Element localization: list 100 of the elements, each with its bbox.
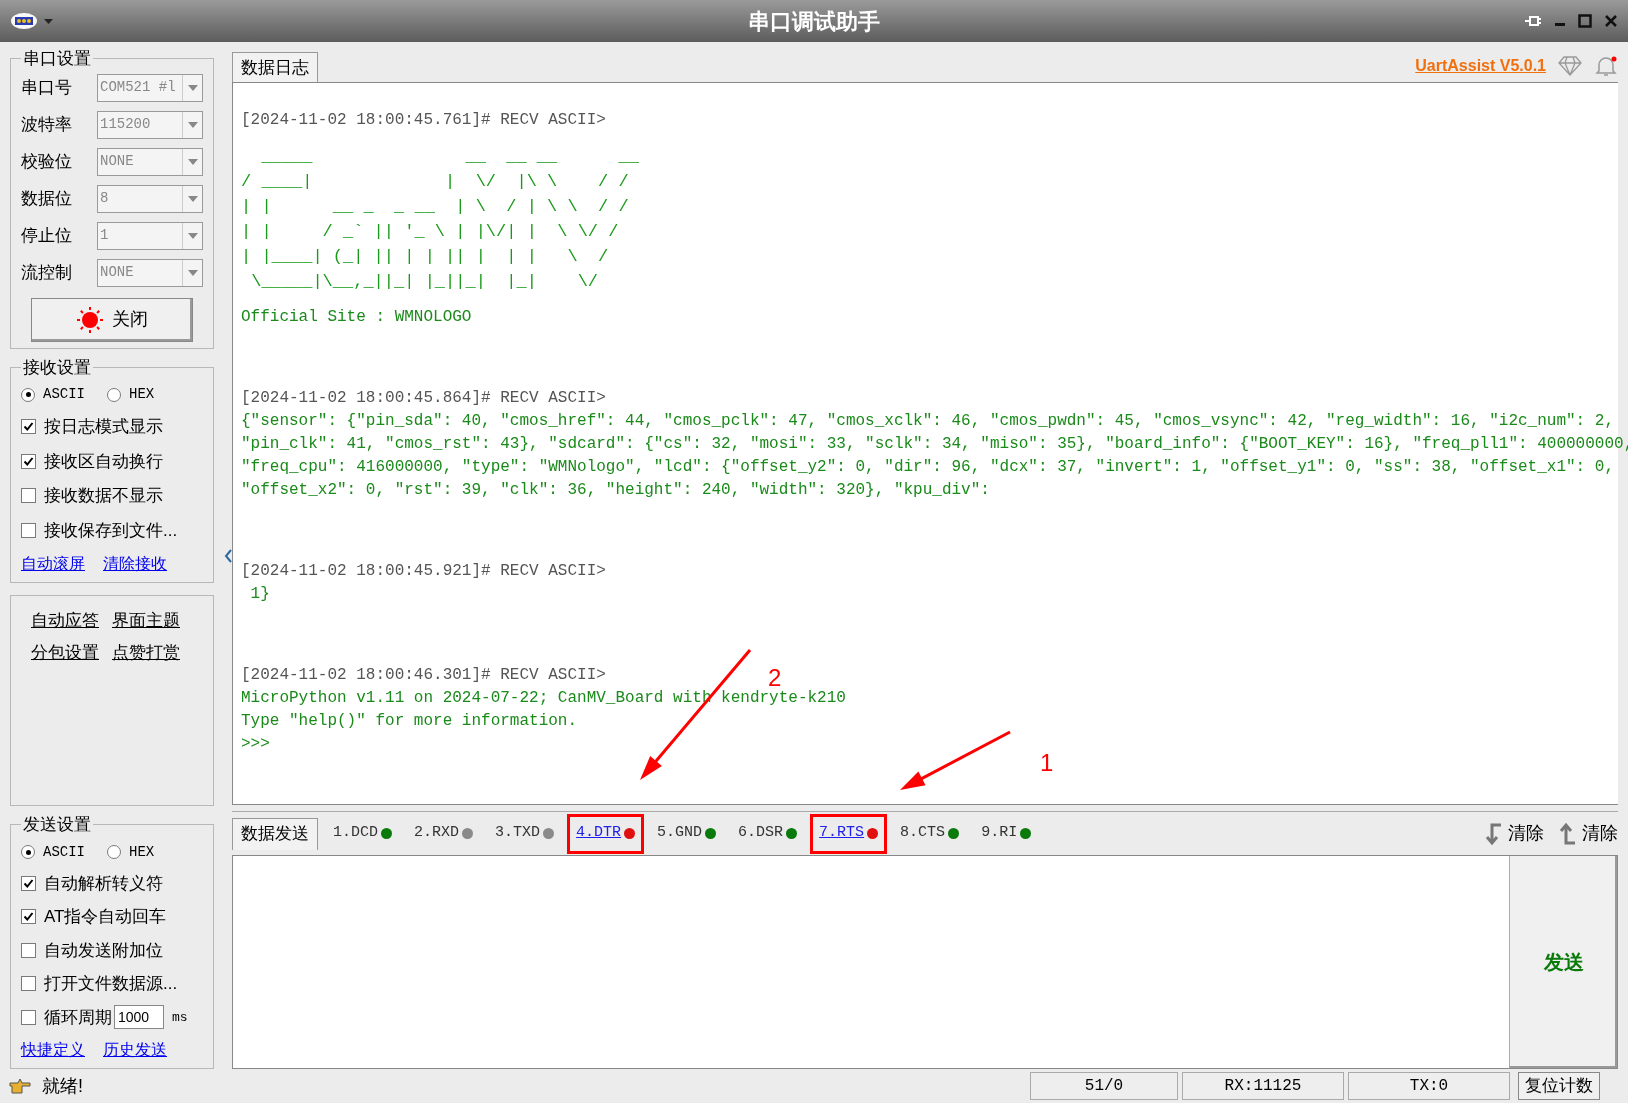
checkbox[interactable] [21, 522, 36, 538]
log-header: [2024-11-02 18:00:45.921]# RECV ASCII> [241, 561, 606, 582]
checkbox-label: 打开文件数据源... [44, 973, 178, 995]
close-icon[interactable] [1604, 14, 1618, 28]
log-header: [2024-11-02 18:00:45.761]# RECV ASCII> [241, 110, 606, 131]
checkbox[interactable] [21, 419, 36, 435]
log-line: "offset_x2": 0, "rst": 39, "clk": 36, "height": 240, "width": 320}, "kpu_div": [241, 480, 990, 501]
ascii-art-line: \_____|\__,_||_| |_||_| |_| \/ [250, 271, 599, 293]
link[interactable]: 自动应答 [31, 608, 112, 634]
clear-button[interactable]: 清除 [1484, 820, 1544, 847]
close-port-button[interactable]: 关闭 [31, 297, 193, 342]
pin-label: 2.RXD [414, 823, 460, 844]
pin-label: 9.RI [981, 823, 1018, 844]
period-input[interactable]: 1000 [114, 1005, 164, 1030]
checkbox[interactable] [21, 909, 36, 925]
radio-label: ASCII [43, 385, 85, 404]
caret-icon [187, 158, 198, 165]
link[interactable]: 快捷定义 [21, 1038, 85, 1062]
log-header: [2024-11-02 18:00:46.301]# RECV ASCII> [241, 665, 606, 686]
counter-field: 51/0 [1030, 1072, 1178, 1100]
group-title: 接收设置 [22, 356, 92, 379]
caret-icon [187, 232, 198, 239]
field-label: 波特率 [21, 113, 72, 136]
checkbox[interactable] [21, 942, 36, 958]
checkbox-label: 循环周期 [44, 1006, 112, 1029]
log-header: [2024-11-02 18:00:45.864]# RECV ASCII> [241, 388, 606, 409]
checkbox-label: 自动解析转义符 [44, 872, 163, 895]
field-label: 数据位 [21, 187, 72, 210]
group-title: 发送设置 [22, 814, 92, 836]
pin-label: 3.TXD [495, 823, 541, 844]
checkbox-label: 自动发送附加位 [44, 939, 163, 962]
log-line: {"sensor": {"pin_sda": 40, "cmos_href": 44, "cmos_pclk": 47, "cmos_xclk": 46, "cmos_pwdn": 45, "cmos_vsync": 42, "reg_width": 16, "i2c_num": 2, [241, 411, 1615, 432]
link[interactable]: 历史发送 [103, 1038, 167, 1062]
pin-label: 5.GND [657, 823, 703, 844]
checkbox-label: AT指令自动回车 [44, 906, 167, 928]
pin-label: 8.CTS [900, 823, 946, 844]
reset-counter-button[interactable]: 复位计数 [1518, 1072, 1600, 1100]
radio-button[interactable] [107, 387, 121, 402]
caret-icon [187, 121, 198, 128]
link[interactable]: 分包设置 [31, 639, 112, 665]
log-line: 1} [249, 584, 270, 605]
maximize-icon[interactable] [1578, 14, 1592, 28]
checkbox-label: 接收数据不显示 [44, 485, 163, 507]
ascii-art-line: | | __ _ _ __ | \ / | \ \ / / [241, 196, 629, 218]
status-message: 就绪! [42, 1074, 83, 1098]
checkbox[interactable] [21, 875, 36, 891]
field-label: 流控制 [21, 261, 72, 284]
checkbox-label: 接收区自动换行 [44, 450, 163, 473]
send-tab[interactable]: 数据发送 [232, 817, 318, 850]
checkbox-label: 按日志模式显示 [44, 416, 163, 438]
ascii-art-line: | |____| (_| || | | || | | | \ / [241, 246, 609, 268]
clear-button[interactable]: 清除 [1558, 820, 1618, 847]
field-label: 停止位 [21, 224, 72, 247]
arrow-down-icon [1484, 821, 1502, 846]
counter-field: RX:11125 [1182, 1072, 1344, 1100]
arrow-up-icon [1558, 821, 1576, 846]
collapse-handle-icon[interactable] [224, 547, 232, 564]
annotation-number: 2 [768, 663, 782, 691]
link[interactable]: 清除接收 [103, 552, 167, 576]
field-label: 串口号 [21, 76, 72, 99]
bell-icon[interactable] [1594, 55, 1618, 77]
hand-pointer-icon [8, 1077, 32, 1095]
pin-label: 1.DCD [333, 823, 378, 844]
log-line: Type "help()" for more information. [241, 711, 578, 732]
checkbox-label: 接收保存到文件... [44, 519, 178, 542]
checkbox[interactable] [21, 976, 36, 992]
radio-label: HEX [129, 842, 155, 862]
log-line: >>> [241, 734, 270, 755]
link[interactable]: 点赞打赏 [112, 639, 193, 665]
checkbox[interactable] [21, 453, 36, 469]
link[interactable]: 自动滚屏 [21, 552, 85, 576]
checkbox[interactable] [21, 488, 36, 504]
counter-field: TX:0 [1348, 1072, 1510, 1100]
annotation-number: 1 [1040, 748, 1054, 778]
pin-link[interactable]: 7.RTS [819, 822, 865, 845]
field-label: 校验位 [21, 150, 72, 173]
pin-icon[interactable] [1524, 14, 1542, 28]
app-logo-icon [10, 12, 38, 30]
pin-link[interactable]: 4.DTR [576, 822, 622, 845]
unit-label: ms [172, 1008, 188, 1027]
radio-label: ASCII [43, 842, 85, 862]
ascii-art-line: / ____| | \/ |\ \ / / [241, 171, 629, 193]
checkbox[interactable] [21, 1009, 36, 1025]
radio-label: HEX [129, 385, 155, 404]
radio-button[interactable] [107, 845, 121, 859]
window-title: 串口调试助手 [747, 7, 881, 36]
link[interactable]: 界面主题 [112, 608, 193, 634]
caret-icon [44, 18, 53, 24]
log-tab[interactable]: 数据日志 [232, 52, 318, 82]
caret-icon [187, 195, 198, 202]
group-title: 串口设置 [22, 48, 92, 70]
caret-icon [187, 84, 198, 91]
ascii-art-line: | | / _` || '_ \ | |\/| | \ \/ / [241, 221, 619, 243]
radio-button[interactable] [21, 387, 35, 402]
log-line: Official Site : WMNOLOGO [241, 307, 472, 328]
log-line: "freq_cpu": 416000000, "type": "WMNologo", "lcd": {"offset_y2": 0, "dir": 96, "dcx": 37, "invert": 1, "offset_y1": 0, "ss": 38, "offset_x1": 0, [241, 457, 1615, 478]
ascii-art-line: _____ __ __ __ __ [260, 146, 639, 168]
radio-button[interactable] [21, 845, 35, 859]
caret-icon [187, 269, 198, 276]
pin-label: 6.DSR [738, 823, 784, 844]
